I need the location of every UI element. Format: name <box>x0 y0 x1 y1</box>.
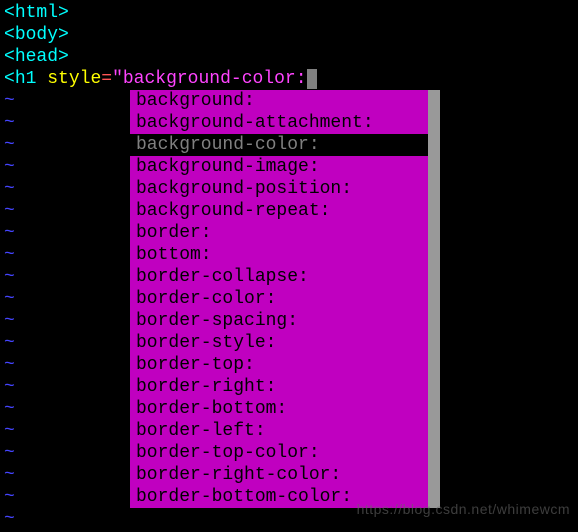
autocomplete-item[interactable]: border-right: <box>130 376 428 398</box>
code-line: <html> <box>4 2 574 24</box>
autocomplete-item[interactable]: border-top: <box>130 354 428 376</box>
autocomplete-list[interactable]: background:background-attachment:backgro… <box>130 90 428 508</box>
bracket-close: > <box>58 47 69 67</box>
tag-head: head <box>15 47 58 67</box>
code-line: <head> <box>4 46 574 68</box>
autocomplete-item[interactable]: bottom: <box>130 244 428 266</box>
tag-h1: h1 <box>15 69 37 89</box>
autocomplete-item[interactable]: border-bottom: <box>130 398 428 420</box>
code-line: <body> <box>4 24 574 46</box>
autocomplete-item[interactable]: border-right-color: <box>130 464 428 486</box>
bracket-open: < <box>4 69 15 89</box>
string-quote: " <box>112 69 123 89</box>
bracket-close: > <box>58 3 69 23</box>
autocomplete-popup[interactable]: background:background-attachment:backgro… <box>130 90 440 508</box>
autocomplete-item[interactable]: background-attachment: <box>130 112 428 134</box>
tag-body: body <box>15 25 58 45</box>
equals-sign: = <box>101 69 112 89</box>
attr-style: style <box>47 69 101 89</box>
autocomplete-item[interactable]: border: <box>130 222 428 244</box>
autocomplete-item[interactable]: background: <box>130 90 428 112</box>
autocomplete-item[interactable]: border-spacing: <box>130 310 428 332</box>
autocomplete-item[interactable]: background-position: <box>130 178 428 200</box>
autocomplete-item[interactable]: border-top-color: <box>130 442 428 464</box>
autocomplete-item[interactable]: border-style: <box>130 332 428 354</box>
string-value: background-color: <box>123 69 307 89</box>
autocomplete-item[interactable]: background-image: <box>130 156 428 178</box>
autocomplete-item[interactable]: border-collapse: <box>130 266 428 288</box>
bracket-open: < <box>4 3 15 23</box>
autocomplete-item[interactable]: border-left: <box>130 420 428 442</box>
tag-html: html <box>15 3 58 23</box>
autocomplete-item[interactable]: background-color: <box>130 134 428 156</box>
text-cursor <box>307 69 317 89</box>
bracket-close: > <box>58 25 69 45</box>
code-line: <h1 style="background-color: <box>4 68 574 90</box>
autocomplete-item[interactable]: border-color: <box>130 288 428 310</box>
watermark-text: https://blog.csdn.net/whimewcm <box>357 498 570 520</box>
bracket-open: < <box>4 25 15 45</box>
autocomplete-item[interactable]: background-repeat: <box>130 200 428 222</box>
scrollbar[interactable] <box>428 90 440 508</box>
bracket-open: < <box>4 47 15 67</box>
